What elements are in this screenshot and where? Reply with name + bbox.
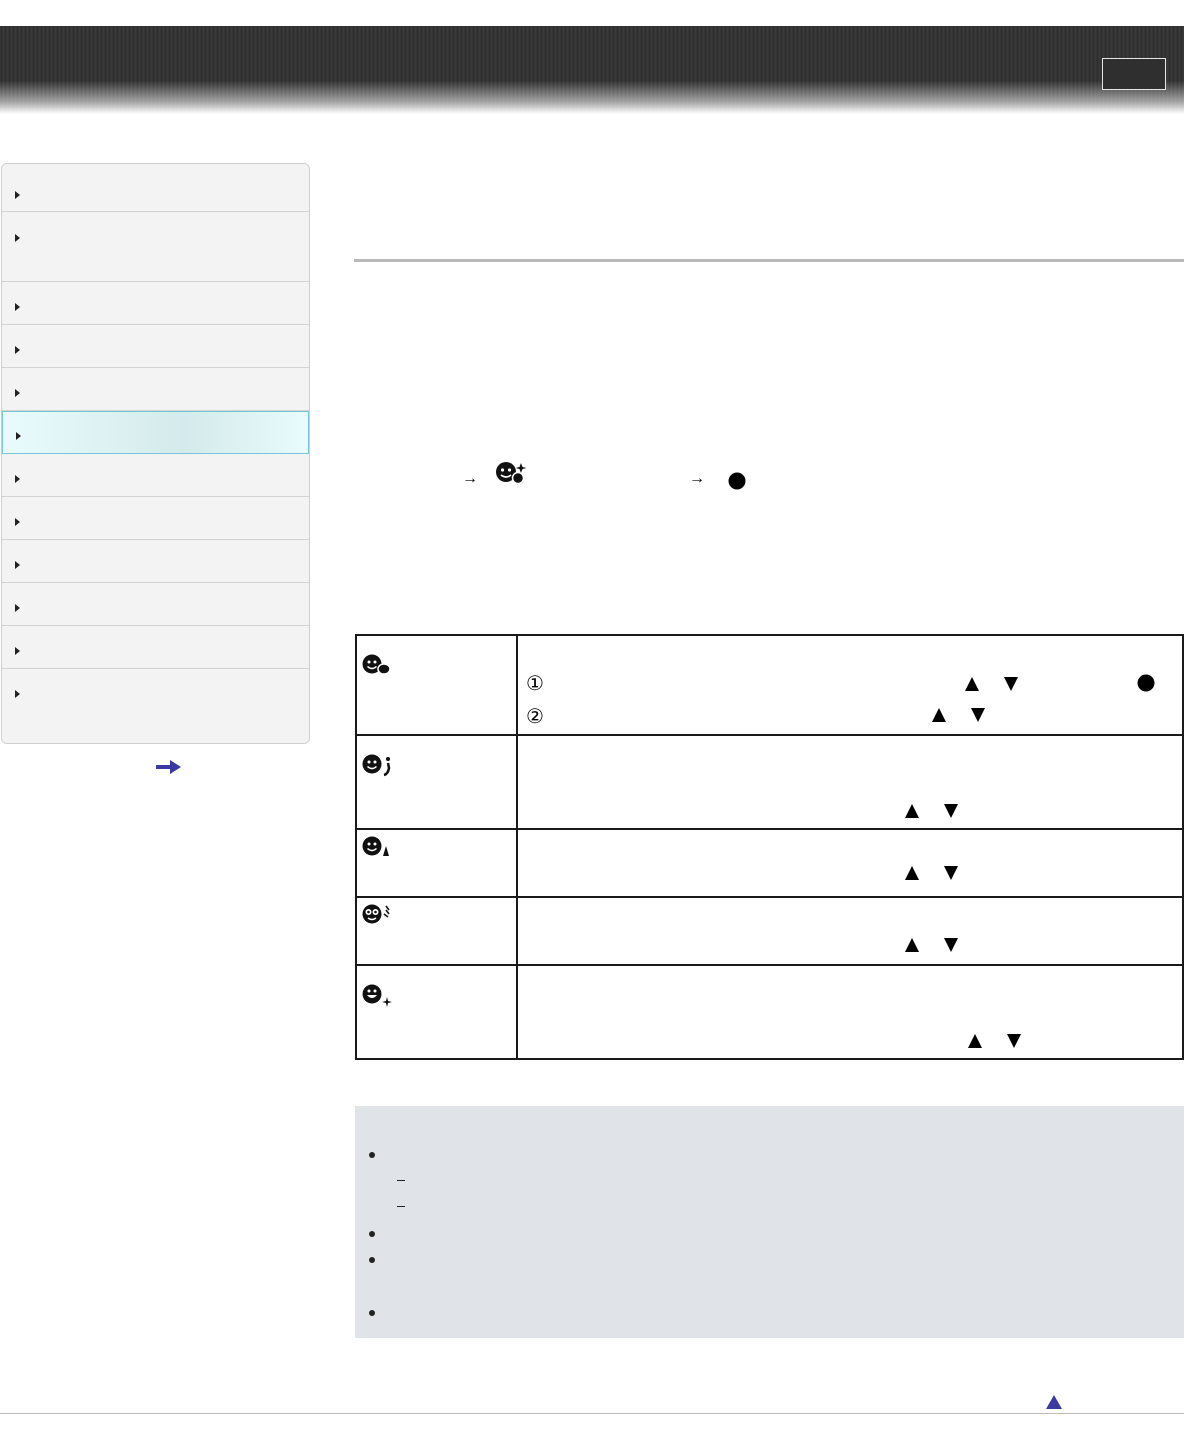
table-row xyxy=(355,896,1184,966)
up-triangle-icon xyxy=(968,1034,982,1048)
center-button-icon xyxy=(728,472,746,490)
sidebar-item-4[interactable] xyxy=(2,325,309,368)
options-table: ① ② xyxy=(355,634,1184,1060)
footer-divider xyxy=(0,1413,1184,1414)
sidebar-item-9[interactable] xyxy=(2,540,309,583)
up-triangle-icon xyxy=(965,677,979,691)
eye-brightener-icon xyxy=(362,836,389,856)
down-triangle-icon xyxy=(1007,1034,1021,1048)
sidebar-item-7[interactable] xyxy=(2,454,309,497)
triangle-right-icon xyxy=(15,690,20,698)
triangle-right-icon xyxy=(15,518,20,526)
notes-panel xyxy=(355,1106,1184,1338)
down-triangle-icon xyxy=(1004,677,1018,691)
table-icon-cell xyxy=(355,634,518,736)
note-bullet xyxy=(369,1231,375,1237)
triangle-right-icon xyxy=(15,234,20,242)
back-to-top-icon[interactable] xyxy=(1046,1395,1062,1409)
section-divider xyxy=(354,259,1184,262)
triangle-right-icon xyxy=(15,389,20,397)
table-desc-cell xyxy=(516,896,1184,966)
note-bullet xyxy=(369,1310,375,1316)
up-triangle-icon xyxy=(932,708,946,722)
path-arrow: → xyxy=(462,470,478,487)
sidebar-item-8[interactable] xyxy=(2,497,309,540)
triangle-right-icon xyxy=(15,647,20,655)
sidebar-item-10[interactable] xyxy=(2,583,309,626)
triangle-right-icon xyxy=(15,303,20,311)
shine-only-icon xyxy=(362,754,391,777)
soft-skin-icon xyxy=(362,654,391,675)
step-marker: ② xyxy=(526,706,544,728)
note-sub-dash xyxy=(397,1180,405,1181)
down-triangle-icon xyxy=(944,866,958,880)
sidebar-item-3[interactable] xyxy=(2,282,309,325)
menu-path: → → xyxy=(354,462,1184,496)
center-button-icon xyxy=(1137,674,1155,692)
up-triangle-icon xyxy=(905,804,919,818)
up-triangle-icon xyxy=(905,866,919,880)
sidebar-item-1[interactable] xyxy=(2,164,309,212)
sidebar-item-11[interactable] xyxy=(2,626,309,669)
header-banner xyxy=(0,26,1184,114)
sidebar-item-2[interactable] xyxy=(2,212,309,282)
triangle-right-icon xyxy=(15,346,20,354)
table-desc-cell xyxy=(516,828,1184,898)
note-bullet xyxy=(369,1257,375,1263)
sidebar-item-6-active[interactable] xyxy=(2,411,309,454)
triangle-right-icon xyxy=(15,604,20,612)
sidebar-item-5[interactable] xyxy=(2,368,309,411)
table-row: ① ② xyxy=(355,634,1184,736)
table-icon-cell xyxy=(355,896,518,966)
table-row xyxy=(355,734,1184,830)
down-triangle-icon xyxy=(971,708,985,722)
up-triangle-icon xyxy=(905,938,919,952)
table-desc-cell: ① ② xyxy=(516,634,1184,736)
path-arrow: → xyxy=(689,470,705,487)
soft-skin-effect-icon xyxy=(496,462,527,485)
table-desc-cell xyxy=(516,734,1184,830)
step-marker: ① xyxy=(526,673,544,695)
table-row xyxy=(355,828,1184,898)
table-icon-cell xyxy=(355,828,518,898)
note-sub-dash xyxy=(397,1206,405,1207)
table-icon-cell xyxy=(355,734,518,830)
triangle-right-icon xyxy=(15,561,20,569)
down-triangle-icon xyxy=(944,804,958,818)
table-icon-cell xyxy=(355,964,518,1060)
teeth-whitening-icon xyxy=(362,984,392,1007)
triangle-right-icon xyxy=(16,432,21,440)
sidebar-item-12[interactable] xyxy=(2,669,309,743)
eye-enlarge-icon xyxy=(362,904,390,924)
down-triangle-icon xyxy=(944,938,958,952)
sidebar-nav xyxy=(1,163,310,744)
note-bullet xyxy=(369,1152,375,1158)
header-button[interactable] xyxy=(1102,58,1166,90)
right-arrow-icon[interactable] xyxy=(156,760,182,774)
table-desc-cell xyxy=(516,964,1184,1060)
triangle-right-icon xyxy=(15,475,20,483)
triangle-right-icon xyxy=(15,191,20,199)
table-row xyxy=(355,964,1184,1060)
